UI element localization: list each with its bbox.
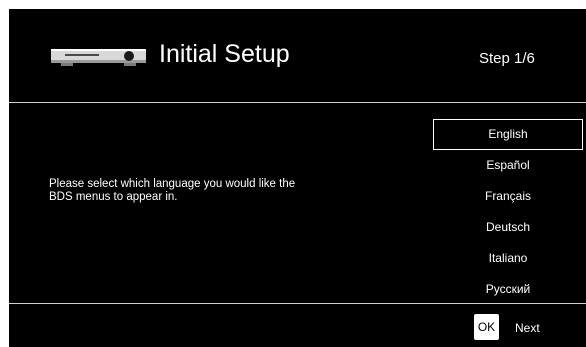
language-option-italiano[interactable]: Italiano bbox=[433, 243, 583, 274]
setup-screen: Initial Setup Step 1/6 Please select whi… bbox=[9, 9, 586, 347]
header-divider bbox=[9, 102, 586, 103]
prompt-line-2: BDS menus to appear in. bbox=[49, 191, 178, 203]
page-title: Initial Setup bbox=[159, 40, 290, 68]
language-option-francais[interactable]: Français bbox=[433, 181, 583, 212]
ok-button[interactable]: OK bbox=[474, 314, 499, 340]
language-option-russian[interactable]: Русский bbox=[433, 274, 583, 305]
language-option-espanol[interactable]: Español bbox=[433, 150, 583, 181]
language-option-deutsch[interactable]: Deutsch bbox=[433, 212, 583, 243]
language-option-english[interactable]: English bbox=[433, 119, 583, 150]
step-indicator: Step 1/6 bbox=[479, 50, 535, 67]
language-list: English Español Français Deutsch Italian… bbox=[433, 119, 583, 305]
prompt-line-1: Please select which language you would l… bbox=[49, 178, 296, 190]
language-prompt: Please select which language you would l… bbox=[49, 178, 369, 204]
next-label: Next bbox=[515, 321, 540, 335]
blu-ray-player-icon bbox=[51, 49, 146, 66]
footer-divider bbox=[9, 303, 586, 304]
header: Initial Setup Step 1/6 bbox=[9, 9, 586, 102]
